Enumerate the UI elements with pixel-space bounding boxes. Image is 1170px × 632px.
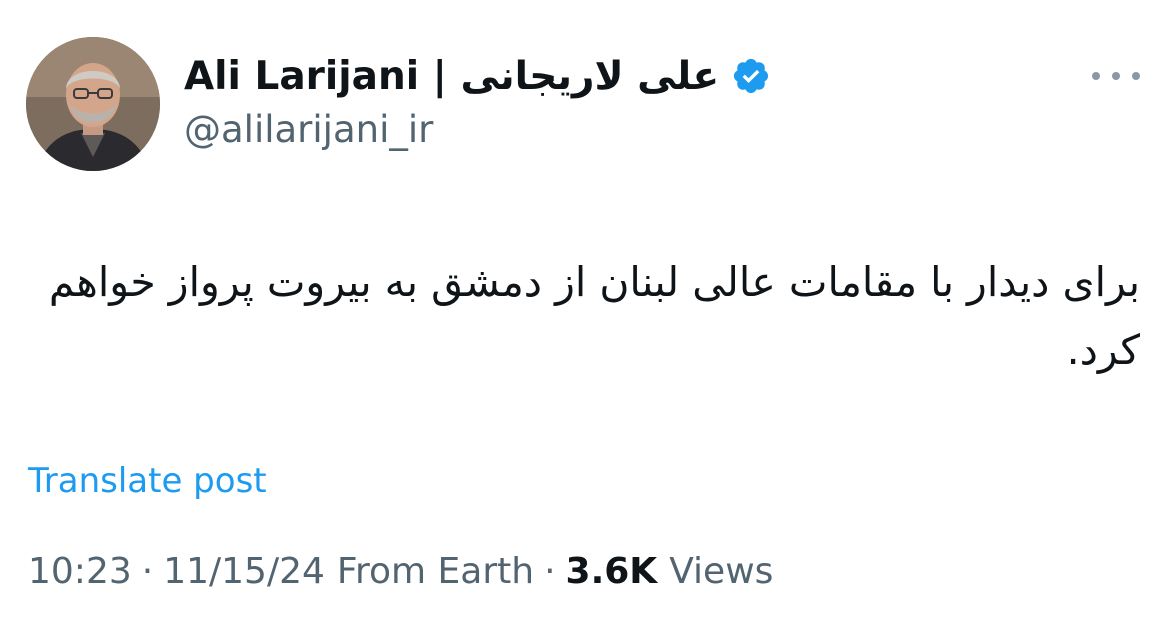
post-time[interactable]: 10:23 [28, 551, 132, 592]
views-label: Views [669, 551, 774, 592]
post-text: برای دیدار با مقامات عالی لبنان از دمشق … [48, 258, 1140, 374]
post-date[interactable]: 11/15/24 [163, 551, 325, 592]
more-dot [1112, 72, 1120, 80]
post-meta: 10:23 · 11/15/24 From Earth · 3.6K Views [28, 551, 773, 592]
avatar-image [26, 37, 160, 171]
post-card: Ali Larijani | علی لاریجانی @alilarijani… [0, 0, 1170, 632]
author-name-row: Ali Larijani | علی لاریجانی [184, 50, 771, 102]
author-display-name[interactable]: Ali Larijani | علی لاریجانی [184, 54, 719, 99]
author-avatar[interactable] [26, 37, 160, 171]
author-handle[interactable]: @alilarijani_ir [184, 108, 433, 151]
meta-separator: · [141, 551, 154, 592]
post-source: From Earth [336, 551, 535, 592]
meta-separator: · [544, 551, 556, 592]
more-dot [1092, 72, 1100, 80]
views-count[interactable]: 3.6K [566, 551, 658, 592]
verified-badge-icon[interactable] [731, 56, 771, 96]
more-dot [1132, 72, 1140, 80]
translate-post-link[interactable]: Translate post [28, 461, 267, 501]
more-options-icon[interactable] [1092, 60, 1140, 92]
